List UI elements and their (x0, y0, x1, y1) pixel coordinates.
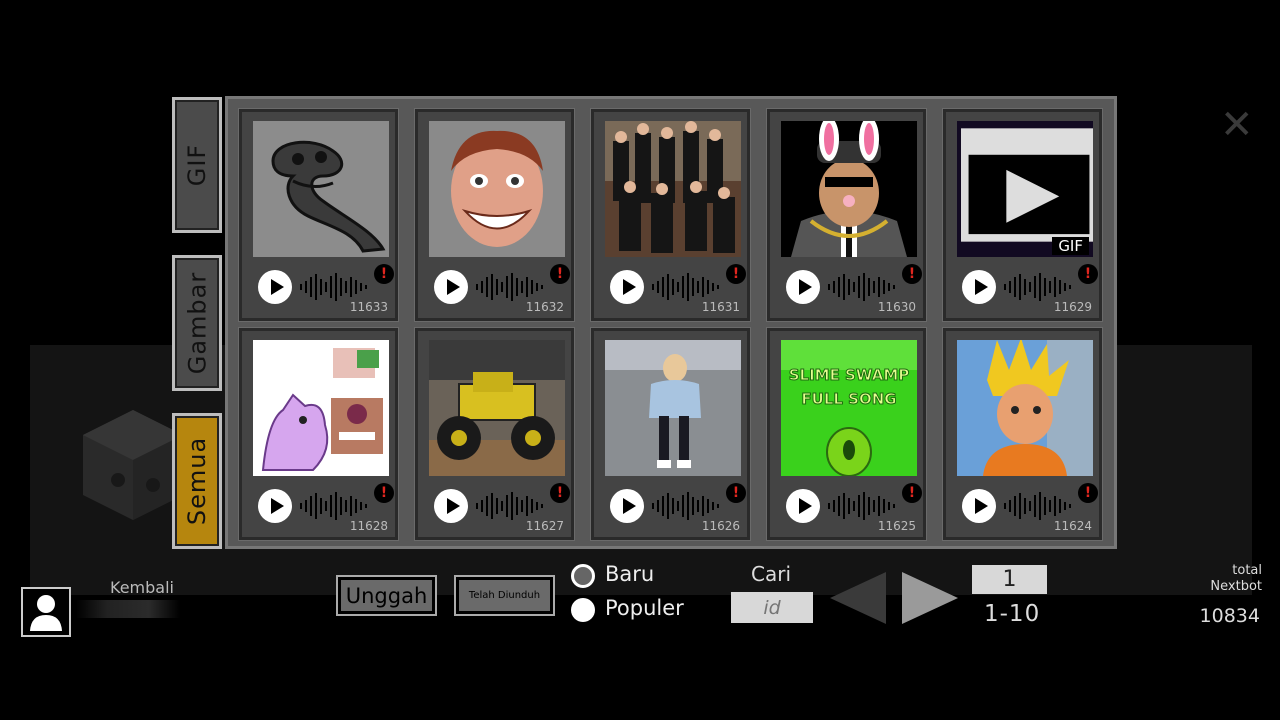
next-page-arrow-icon[interactable] (902, 572, 958, 624)
play-button[interactable] (786, 270, 820, 304)
nextbot-card[interactable]: ! 11626 (590, 327, 751, 541)
nextbot-card[interactable]: ! 11627 (414, 327, 575, 541)
total-label-line2: Nextbot (1210, 579, 1262, 594)
waveform-icon (652, 492, 719, 520)
nextbot-card[interactable]: ! 11632 (414, 108, 575, 322)
close-icon: ✕ (1220, 102, 1254, 148)
nextbot-card[interactable]: SLIME SWAMP FULL SONG ! 11625 (766, 327, 927, 541)
total-label: total Nextbot (1210, 563, 1262, 595)
tab-gif[interactable]: GIF (172, 97, 222, 233)
waveform-icon (476, 273, 543, 301)
report-icon[interactable]: ! (550, 264, 570, 284)
waveform-icon (300, 492, 367, 520)
card-id: 11624 (1053, 519, 1092, 533)
nextbot-card[interactable]: ! 11628 (238, 327, 399, 541)
back-button[interactable]: Kembali (110, 578, 174, 597)
report-icon[interactable]: ! (902, 483, 922, 503)
report-icon[interactable]: ! (1078, 483, 1098, 503)
user-icon (30, 595, 62, 631)
tab-gambar[interactable]: Gambar (172, 255, 222, 391)
card-id: 11631 (701, 300, 740, 314)
thumbnail-image (253, 340, 389, 476)
report-icon[interactable]: ! (1078, 264, 1098, 284)
search-id-input[interactable] (731, 592, 813, 623)
report-icon[interactable]: ! (374, 483, 394, 503)
nextbot-card[interactable]: ! 11624 (942, 327, 1103, 541)
sort-popular-label[interactable]: Populer (605, 596, 684, 620)
thumbnail-image (429, 121, 565, 257)
thumbnail-image (781, 121, 917, 257)
thumbnail-image: GIF (957, 121, 1093, 257)
card-id: 11630 (877, 300, 916, 314)
waveform-icon (300, 273, 367, 301)
thumbnail-image: SLIME SWAMP FULL SONG (781, 340, 917, 476)
prev-page-arrow-icon[interactable] (830, 572, 886, 624)
waveform-icon (652, 273, 719, 301)
tab-semua[interactable]: Semua (172, 413, 222, 549)
play-button[interactable] (610, 489, 644, 523)
nextbot-card[interactable]: GIF ! 11629 (942, 108, 1103, 322)
thumbnail-image (429, 340, 565, 476)
thumbnail-image (957, 340, 1093, 476)
play-button[interactable] (962, 489, 996, 523)
nextbot-card[interactable]: ! 11630 (766, 108, 927, 322)
nextbot-card[interactable]: ! 11633 (238, 108, 399, 322)
report-icon[interactable]: ! (726, 264, 746, 284)
report-icon[interactable]: ! (726, 483, 746, 503)
play-button[interactable] (786, 489, 820, 523)
nextbot-grid: ! 11633 ! 11632 ! 11631 ! 11630 GIF ! 11… (225, 96, 1117, 549)
avatar-button[interactable] (21, 587, 71, 637)
play-button[interactable] (258, 489, 292, 523)
waveform-icon (1004, 492, 1071, 520)
waveform-icon (828, 273, 895, 301)
play-button[interactable] (258, 270, 292, 304)
card-id: 11632 (525, 300, 564, 314)
nextbot-card[interactable]: ! 11631 (590, 108, 751, 322)
card-id: 11626 (701, 519, 740, 533)
card-id: 11625 (877, 519, 916, 533)
thumb-title-line2: FULL SONG (801, 390, 896, 408)
thumb-title-line1: SLIME SWAMP (789, 366, 910, 384)
thumbnail-image (253, 121, 389, 257)
play-button[interactable] (610, 270, 644, 304)
page-number-input[interactable]: 1 (972, 565, 1047, 594)
total-nextbot-count: 10834 (1199, 605, 1260, 627)
report-icon[interactable]: ! (902, 264, 922, 284)
card-id: 11633 (349, 300, 388, 314)
tab-gambar-label: Gambar (183, 271, 211, 375)
report-icon[interactable]: ! (550, 483, 570, 503)
waveform-icon (1004, 273, 1071, 301)
downloaded-button[interactable]: Telah Diunduh (454, 575, 555, 616)
search-label: Cari (751, 562, 791, 586)
sort-new-radio[interactable] (571, 564, 595, 588)
back-button-background (76, 600, 180, 618)
play-button[interactable] (434, 489, 468, 523)
play-button[interactable] (434, 270, 468, 304)
card-id: 11628 (349, 519, 388, 533)
waveform-icon (828, 492, 895, 520)
card-id: 11627 (525, 519, 564, 533)
tab-semua-label: Semua (183, 436, 212, 526)
video-icon (961, 128, 1093, 242)
total-label-line1: total (1232, 563, 1262, 578)
sort-popular-radio[interactable] (571, 598, 595, 622)
sort-new-label[interactable]: Baru (605, 562, 654, 586)
play-button[interactable] (962, 270, 996, 304)
page-range: 1-10 (984, 601, 1041, 627)
tab-gif-label: GIF (182, 143, 211, 187)
gif-badge: GIF (1052, 237, 1089, 255)
thumbnail-image (605, 121, 741, 257)
thumbnail-image (605, 340, 741, 476)
upload-button[interactable]: Unggah (336, 575, 437, 616)
report-icon[interactable]: ! (374, 264, 394, 284)
waveform-icon (476, 492, 543, 520)
card-id: 11629 (1053, 300, 1092, 314)
